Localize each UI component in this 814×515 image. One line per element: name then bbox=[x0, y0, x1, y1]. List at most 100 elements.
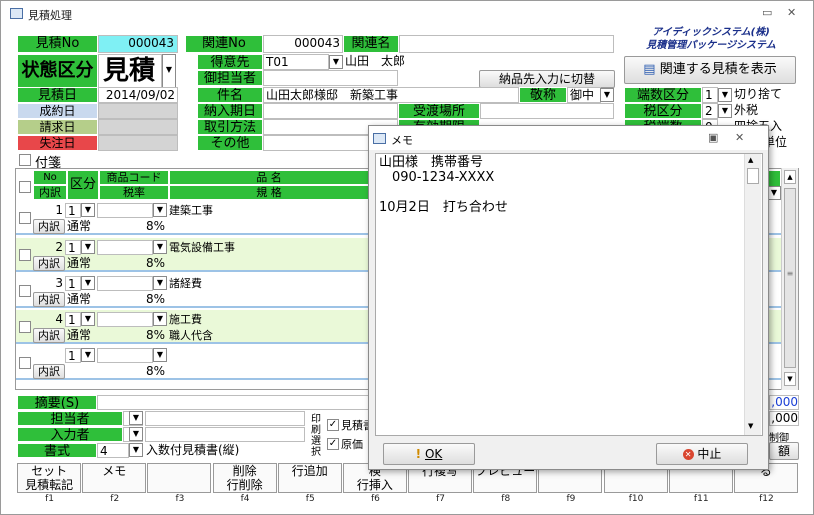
row-kubun-field[interactable]: 1 bbox=[65, 240, 81, 255]
row-kubun-dropdown-icon[interactable]: ▼ bbox=[81, 312, 95, 326]
row-kubun-dropdown-icon[interactable]: ▼ bbox=[81, 203, 95, 217]
gaku-button[interactable]: 額 bbox=[769, 442, 799, 460]
tekiyo-field[interactable] bbox=[97, 395, 369, 410]
row-code-field[interactable] bbox=[97, 203, 153, 218]
uketori-field[interactable] bbox=[480, 103, 614, 119]
row-hinmei[interactable] bbox=[167, 348, 367, 363]
tokuisaki-code-field[interactable]: T01 bbox=[263, 54, 329, 70]
row-kubun-dropdown-icon[interactable]: ▼ bbox=[81, 240, 95, 254]
row-hinmei[interactable]: 建築工事 bbox=[167, 203, 367, 218]
opt-mitsumori-checkbox[interactable]: ✓ bbox=[327, 419, 339, 431]
memo-scroll-down-icon[interactable]: ▼ bbox=[748, 422, 753, 430]
row-code-field[interactable] bbox=[97, 312, 153, 327]
nyuryoku-name-field[interactable] bbox=[145, 427, 305, 442]
hasu-label: 端数区分 bbox=[624, 87, 702, 103]
row-kubun-field[interactable]: 1 bbox=[65, 312, 81, 327]
mitsumori-date-field[interactable]: 2014/09/02 bbox=[98, 87, 178, 103]
row-kikaku[interactable] bbox=[167, 256, 367, 271]
row-code-dropdown-icon[interactable]: ▼ bbox=[153, 312, 167, 326]
row-kubun-field[interactable]: 1 bbox=[65, 203, 81, 218]
kenmei-field[interactable]: 山田太郎様邸 新築工事 bbox=[263, 87, 519, 103]
row-kubun-field[interactable]: 1 bbox=[65, 348, 81, 363]
row-kubun-dropdown-icon[interactable]: ▼ bbox=[81, 348, 95, 362]
fkey-button[interactable]: メモ bbox=[82, 463, 147, 493]
fkey-button[interactable]: セット 見積転記 bbox=[17, 463, 82, 493]
hasu-dropdown-icon[interactable]: ▼ bbox=[718, 88, 732, 102]
memo-ok-button[interactable]: ! OK bbox=[383, 443, 475, 465]
memo-textarea[interactable]: 山田様 携帯番号 090-1234-XXXX 10月2日 打ち合わせ bbox=[375, 153, 763, 436]
hasu-code-field[interactable]: 1 bbox=[702, 87, 718, 103]
shoshiki-code-field[interactable]: 4 bbox=[97, 443, 129, 458]
row-uchiwake-button[interactable]: 内訳 bbox=[33, 328, 65, 343]
seikyu-date-field[interactable] bbox=[98, 119, 178, 135]
row-no: 3 bbox=[55, 276, 63, 290]
fkey-button[interactable] bbox=[147, 463, 212, 493]
row-checkbox[interactable] bbox=[19, 321, 31, 333]
status-field[interactable]: 見積 bbox=[98, 54, 162, 88]
kanren-no-field[interactable]: 000043 bbox=[263, 35, 343, 53]
grid-header-dropdown-icon[interactable]: ▼ bbox=[767, 186, 781, 200]
close-icon[interactable]: ✕ bbox=[787, 6, 796, 19]
row-code-dropdown-icon[interactable]: ▼ bbox=[153, 348, 167, 362]
nonyu-field[interactable] bbox=[263, 103, 398, 119]
status-dropdown-icon[interactable]: ▼ bbox=[162, 54, 176, 88]
scroll-down-icon[interactable]: ▼ bbox=[784, 372, 796, 386]
kanren-mei-field[interactable] bbox=[399, 35, 614, 53]
row-kikaku[interactable] bbox=[167, 219, 367, 234]
nohin-switch-button[interactable]: 納品先入力に切替 bbox=[479, 70, 615, 88]
row-hinmei[interactable]: 電気設備工事 bbox=[167, 240, 367, 255]
row-kikaku[interactable]: 職人代含 bbox=[167, 328, 367, 343]
row-kikaku[interactable] bbox=[167, 364, 367, 379]
shoshiki-dropdown-icon[interactable]: ▼ bbox=[129, 443, 143, 457]
zei-dropdown-icon[interactable]: ▼ bbox=[718, 104, 732, 118]
row-checkbox[interactable] bbox=[19, 357, 31, 369]
keisho-dropdown-icon[interactable]: ▼ bbox=[600, 88, 614, 102]
row-hinmei[interactable]: 施工費 bbox=[167, 312, 367, 327]
row-code-field[interactable] bbox=[97, 240, 153, 255]
row-uchiwake-button[interactable]: 内訳 bbox=[33, 256, 65, 271]
zei-code-field[interactable]: 2 bbox=[702, 103, 718, 119]
row-code-dropdown-icon[interactable]: ▼ bbox=[153, 276, 167, 290]
select-all-checkbox[interactable] bbox=[19, 181, 31, 193]
memo-scroll-up-icon[interactable]: ▲ bbox=[748, 156, 753, 164]
fkey-button[interactable]: 行追加 bbox=[277, 463, 342, 493]
scroll-thumb[interactable]: ≡ bbox=[784, 188, 796, 368]
scroll-up-icon[interactable]: ▲ bbox=[784, 170, 796, 184]
memo-scrollbar[interactable]: ▲ ▼ bbox=[744, 154, 761, 435]
grid-scrollbar[interactable]: ▲ ≡ ▼ bbox=[781, 168, 798, 390]
memo-close-icon[interactable]: ✕ bbox=[735, 131, 744, 144]
row-code-dropdown-icon[interactable]: ▼ bbox=[153, 203, 167, 217]
row-checkbox[interactable] bbox=[19, 285, 31, 297]
shitchu-date-field[interactable] bbox=[98, 135, 178, 151]
memo-cancel-button[interactable]: ✕ 中止 bbox=[656, 443, 748, 465]
seiyaku-date-field[interactable] bbox=[98, 103, 178, 119]
row-checkbox[interactable] bbox=[19, 249, 31, 261]
tanto-name-field[interactable] bbox=[145, 411, 305, 426]
memo-restore-icon[interactable]: ▣ bbox=[708, 131, 718, 144]
row-kubun-field[interactable]: 1 bbox=[65, 276, 81, 291]
row-uchiwake-button[interactable]: 内訳 bbox=[33, 292, 65, 307]
row-hinmei[interactable]: 諸経費 bbox=[167, 276, 367, 291]
row-kikaku[interactable] bbox=[167, 292, 367, 307]
row-kubun-dropdown-icon[interactable]: ▼ bbox=[81, 276, 95, 290]
tanto-dropdown-icon[interactable]: ▼ bbox=[129, 411, 143, 425]
minimize-icon[interactable]: ▭ bbox=[762, 6, 772, 19]
fusen-checkbox[interactable] bbox=[19, 154, 31, 166]
row-code-field[interactable] bbox=[97, 276, 153, 291]
tokuisaki-dropdown-icon[interactable]: ▼ bbox=[329, 55, 343, 69]
row-code-field[interactable] bbox=[97, 348, 153, 363]
tantosha-field[interactable] bbox=[263, 70, 398, 86]
memo-scroll-thumb[interactable] bbox=[747, 168, 759, 184]
fkey-button[interactable]: 削除 行削除 bbox=[212, 463, 277, 493]
row-uchiwake-button[interactable]: 内訳 bbox=[33, 364, 65, 379]
kanren-show-button[interactable]: ▤ 関連する見積を表示 bbox=[624, 56, 796, 84]
row-code-dropdown-icon[interactable]: ▼ bbox=[153, 240, 167, 254]
mitsumori-no-field[interactable]: 000043 bbox=[98, 35, 178, 53]
memo-line-1: 山田様 携帯番号 bbox=[379, 155, 484, 170]
row-uchiwake-button[interactable]: 内訳 bbox=[33, 219, 65, 234]
nyuryoku-dropdown-icon[interactable]: ▼ bbox=[129, 427, 143, 441]
opt-genka-checkbox[interactable]: ✓ bbox=[327, 438, 339, 450]
row-checkbox[interactable] bbox=[19, 212, 31, 224]
keisho-field[interactable]: 御中 bbox=[567, 87, 601, 103]
row-rate: 8% bbox=[145, 292, 165, 306]
